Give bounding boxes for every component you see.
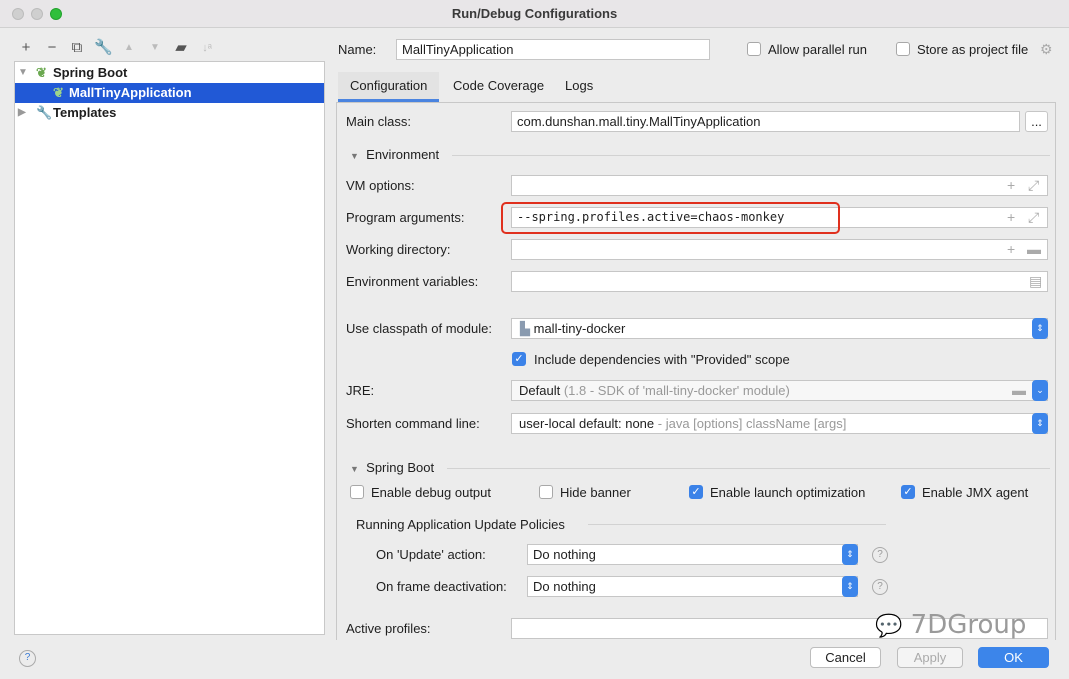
- include-deps-checkbox[interactable]: ✓: [512, 352, 526, 366]
- watermark: 💬 7DGroup: [875, 610, 1027, 640]
- spring-boot-icon: ❦: [53, 85, 64, 100]
- update-policies-heading: Running Application Update Policies: [356, 517, 565, 532]
- allow-parallel-label: Allow parallel run: [768, 42, 867, 57]
- update-action-label: On 'Update' action:: [376, 547, 486, 562]
- shorten-command-label: Shorten command line:: [346, 416, 480, 431]
- collapse-icon: ▼: [350, 464, 359, 474]
- store-project-checkbox[interactable]: [896, 42, 910, 56]
- main-class-label: Main class:: [346, 114, 412, 129]
- include-deps-label: Include dependencies with "Provided" sco…: [534, 352, 790, 367]
- jre-select[interactable]: Default (1.8 - SDK of 'mall-tiny-docker'…: [511, 380, 1048, 401]
- move-down-icon[interactable]: ▼: [146, 39, 164, 57]
- remove-icon[interactable]: −: [43, 39, 61, 57]
- help-icon[interactable]: ?: [872, 579, 888, 595]
- sort-icon[interactable]: ↓ᵃ: [198, 39, 216, 57]
- collapse-icon: ▼: [350, 151, 359, 161]
- debug-output-label: Enable debug output: [371, 485, 491, 500]
- name-input[interactable]: MallTinyApplication: [396, 39, 710, 60]
- title-bar: Run/Debug Configurations: [0, 0, 1069, 28]
- tab-logs[interactable]: Logs: [553, 72, 605, 102]
- classpath-label: Use classpath of module:: [346, 321, 492, 336]
- add-icon[interactable]: +: [17, 39, 35, 57]
- jre-label: JRE:: [346, 383, 375, 398]
- help-icon[interactable]: ?: [872, 547, 888, 563]
- jmx-agent-label: Enable JMX agent: [922, 485, 1029, 500]
- spring-boot-section[interactable]: ▼ Spring Boot: [350, 460, 434, 475]
- move-up-icon[interactable]: ▲: [120, 39, 138, 57]
- plus-icon[interactable]: +: [1007, 177, 1015, 193]
- frame-deactivation-select[interactable]: Do nothing: [527, 576, 858, 597]
- environment-section[interactable]: ▼ Environment: [350, 147, 439, 162]
- main-class-input[interactable]: com.dunshan.mall.tiny.MallTinyApplicatio…: [511, 111, 1020, 132]
- browse-button[interactable]: ...: [1025, 111, 1048, 132]
- hide-banner-checkbox[interactable]: [539, 485, 553, 499]
- expand-icon[interactable]: ⤢: [1028, 177, 1039, 194]
- dropdown-arrow-icon[interactable]: ⇕: [1032, 413, 1048, 434]
- wrench-icon: 🔧: [36, 105, 53, 120]
- dropdown-arrow-icon[interactable]: ⇕: [842, 544, 858, 565]
- tab-configuration[interactable]: Configuration: [338, 72, 440, 102]
- copy-icon[interactable]: ⧉: [68, 39, 86, 57]
- config-tree: ▼ ❦ Spring Boot ❦ MallTinyApplication ▶ 🔧 Tem…: [14, 61, 325, 635]
- dropdown-arrow-icon[interactable]: ⇕: [842, 576, 858, 597]
- folder-icon[interactable]: ▬: [1027, 241, 1041, 257]
- store-project-label: Store as project file: [917, 42, 1029, 57]
- vm-options-label: VM options:: [346, 178, 415, 193]
- plus-icon[interactable]: +: [1007, 209, 1015, 225]
- expand-icon[interactable]: ⤢: [1028, 209, 1039, 226]
- environment-variables-input[interactable]: [511, 271, 1048, 292]
- tree-node-mall-tiny-application[interactable]: ❦ MallTinyApplication: [15, 83, 324, 103]
- cancel-button[interactable]: Cancel: [810, 647, 881, 668]
- working-directory-input[interactable]: [511, 239, 1048, 260]
- working-directory-label: Working directory:: [346, 242, 451, 257]
- allow-parallel-checkbox[interactable]: [747, 42, 761, 56]
- tree-node-spring-boot[interactable]: ▼ ❦ Spring Boot: [15, 63, 324, 83]
- active-profiles-label: Active profiles:: [346, 621, 431, 636]
- spring-boot-icon: ❦: [36, 65, 47, 80]
- debug-output-checkbox[interactable]: [350, 485, 364, 499]
- frame-deactivation-label: On frame deactivation:: [376, 579, 507, 594]
- wechat-logo-icon: 💬: [875, 614, 903, 639]
- classpath-select[interactable]: ▙ mall-tiny-docker: [511, 318, 1048, 339]
- module-icon: ▙: [520, 321, 530, 336]
- zoom-window-button[interactable]: [50, 8, 62, 20]
- environment-variables-label: Environment variables:: [346, 274, 479, 289]
- apply-button[interactable]: Apply: [897, 647, 963, 668]
- list-icon[interactable]: ▤: [1029, 273, 1042, 290]
- update-action-select[interactable]: Do nothing: [527, 544, 858, 565]
- help-button[interactable]: ?: [19, 650, 36, 667]
- tab-code-coverage[interactable]: Code Coverage: [441, 72, 556, 102]
- name-label: Name:: [338, 42, 377, 57]
- dropdown-arrow-icon[interactable]: ⇕: [1032, 318, 1048, 339]
- hide-banner-label: Hide banner: [560, 485, 631, 500]
- launch-optimization-checkbox[interactable]: ✓: [689, 485, 703, 499]
- gear-icon[interactable]: ⚙: [1040, 41, 1053, 58]
- highlight-box: [501, 202, 840, 234]
- dropdown-arrow-icon[interactable]: ⌄: [1032, 380, 1048, 401]
- shorten-command-select[interactable]: user-local default: none - java [options…: [511, 413, 1048, 434]
- tree-node-templates[interactable]: ▶ 🔧 Templates: [15, 103, 324, 123]
- ok-button[interactable]: OK: [978, 647, 1049, 668]
- program-arguments-label: Program arguments:: [346, 210, 465, 225]
- expand-arrow-icon[interactable]: ▼: [18, 63, 28, 83]
- collapse-arrow-icon[interactable]: ▶: [18, 103, 26, 123]
- jmx-agent-checkbox[interactable]: ✓: [901, 485, 915, 499]
- new-folder-icon[interactable]: ▰: [172, 39, 190, 57]
- launch-optimization-label: Enable launch optimization: [710, 485, 866, 500]
- window-title: Run/Debug Configurations: [451, 6, 618, 21]
- close-window-button[interactable]: [12, 8, 24, 20]
- folder-icon[interactable]: ▬: [1012, 382, 1026, 398]
- minimize-window-button[interactable]: [31, 8, 43, 20]
- vm-options-input[interactable]: [511, 175, 1048, 196]
- wrench-icon[interactable]: 🔧: [94, 39, 113, 57]
- plus-icon[interactable]: +: [1007, 241, 1015, 257]
